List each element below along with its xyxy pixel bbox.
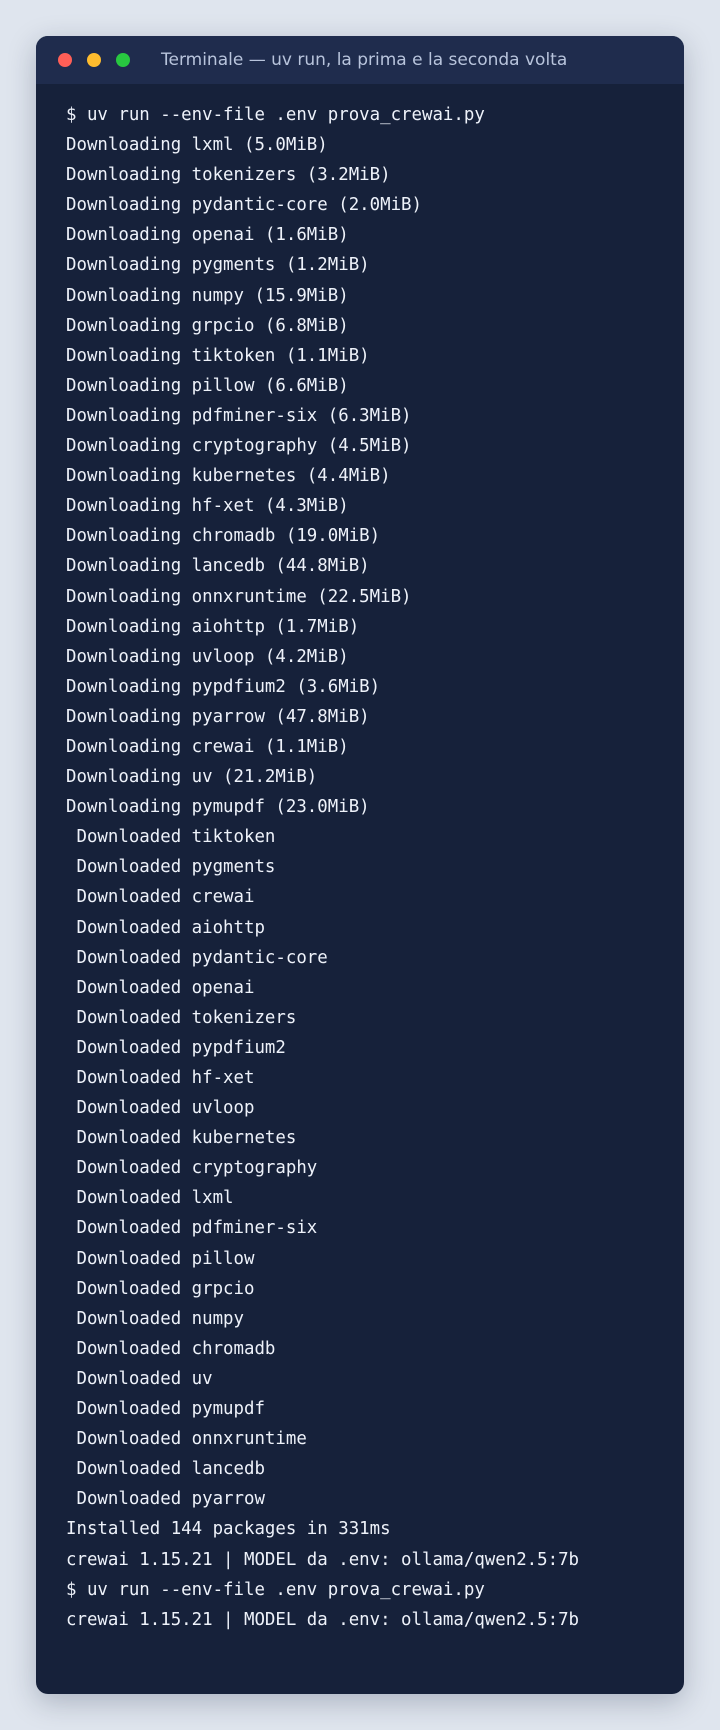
- minimize-window-button[interactable]: [87, 53, 101, 67]
- terminal-line: Downloaded aiohttp: [66, 917, 265, 938]
- terminal-line: Downloading grpcio (6.8MiB): [66, 315, 349, 336]
- terminal-line: Downloading tokenizers (3.2MiB): [66, 165, 391, 186]
- terminal-line: Downloading kubernetes (4.4MiB): [66, 466, 391, 487]
- terminal-line: Downloading aiohttp (1.7MiB): [66, 616, 360, 637]
- terminal-line: Downloading pygments (1.2MiB): [66, 255, 370, 276]
- terminal-line: Downloaded uvloop: [66, 1098, 255, 1119]
- terminal-line: Downloaded pdfminer-six: [66, 1218, 318, 1239]
- maximize-window-button[interactable]: [116, 53, 130, 67]
- terminal-line: Downloaded crewai: [66, 887, 255, 908]
- terminal-window: Terminale — uv run, la prima e la second…: [36, 36, 684, 1694]
- terminal-line: Downloaded tokenizers: [66, 1007, 297, 1028]
- terminal-line: Downloaded pillow: [66, 1248, 255, 1269]
- terminal-line: Downloading numpy (15.9MiB): [66, 285, 349, 306]
- terminal-line: Downloaded kubernetes: [66, 1128, 297, 1149]
- terminal-line: crewai 1.15.21 | MODEL da .env: ollama/q…: [66, 1549, 580, 1570]
- terminal-line: Downloading cryptography (4.5MiB): [66, 436, 412, 457]
- terminal-line: Downloaded cryptography: [66, 1158, 318, 1179]
- terminal-line: Downloading hf-xet (4.3MiB): [66, 496, 349, 517]
- terminal-line: Downloaded pygments: [66, 857, 276, 878]
- terminal-line: Downloading onnxruntime (22.5MiB): [66, 586, 412, 607]
- terminal-line: Installed 144 packages in 331ms: [66, 1519, 391, 1540]
- terminal-line: Downloading tiktoken (1.1MiB): [66, 345, 370, 366]
- terminal-line: Downloaded chromadb: [66, 1338, 276, 1359]
- terminal-line: $ uv run --env-file .env prova_crewai.py: [66, 105, 485, 125]
- terminal-line: Downloaded openai: [66, 977, 255, 998]
- terminal-line: crewai 1.15.21 | MODEL da .env: ollama/q…: [66, 1609, 580, 1630]
- terminal-line: Downloading uv (21.2MiB): [66, 767, 318, 788]
- terminal-line: Downloading openai (1.6MiB): [66, 225, 349, 246]
- terminal-line: Downloaded hf-xet: [66, 1068, 255, 1088]
- terminal-line: Downloading pillow (6.6MiB): [66, 375, 349, 396]
- terminal-line: Downloaded tiktoken: [66, 827, 276, 848]
- terminal-line: $ uv run --env-file .env prova_crewai.py: [66, 1579, 485, 1600]
- close-window-button[interactable]: [58, 53, 72, 67]
- terminal-line: Downloading lxml (5.0MiB): [66, 135, 328, 156]
- terminal-line: Downloading chromadb (19.0MiB): [66, 526, 381, 547]
- window-title: Terminale — uv run, la prima e la second…: [161, 50, 568, 70]
- terminal-line: Downloaded pypdfium2: [66, 1037, 286, 1058]
- terminal-line: Downloading pyarrow (47.8MiB): [66, 706, 370, 727]
- terminal-line: Downloaded grpcio: [66, 1278, 255, 1299]
- title-bar: Terminale — uv run, la prima e la second…: [36, 36, 684, 84]
- terminal-line: Downloading pdfminer-six (6.3MiB): [66, 405, 412, 426]
- terminal-line: Downloading pypdfium2 (3.6MiB): [66, 676, 381, 697]
- terminal-line: Downloading crewai (1.1MiB): [66, 736, 349, 757]
- terminal-line: Downloaded lxml: [66, 1188, 234, 1209]
- terminal-line: Downloading lancedb (44.8MiB): [66, 556, 370, 577]
- terminal-line: Downloading pymupdf (23.0MiB): [66, 797, 370, 818]
- terminal-line: Downloaded lancedb: [66, 1459, 265, 1480]
- terminal-line: Downloaded pyarrow: [66, 1489, 265, 1510]
- terminal-line: Downloading uvloop (4.2MiB): [66, 646, 349, 667]
- terminal-line: Downloaded onnxruntime: [66, 1429, 307, 1450]
- terminal-line: Downloaded pymupdf: [66, 1399, 265, 1420]
- terminal-line: Downloaded numpy: [66, 1308, 244, 1329]
- terminal-line: Downloaded uv: [66, 1368, 213, 1389]
- terminal-line: Downloaded pydantic-core: [66, 947, 328, 968]
- terminal-output[interactable]: $ uv run --env-file .env prova_crewai.py…: [36, 84, 684, 1635]
- terminal-line: Downloading pydantic-core (2.0MiB): [66, 195, 422, 216]
